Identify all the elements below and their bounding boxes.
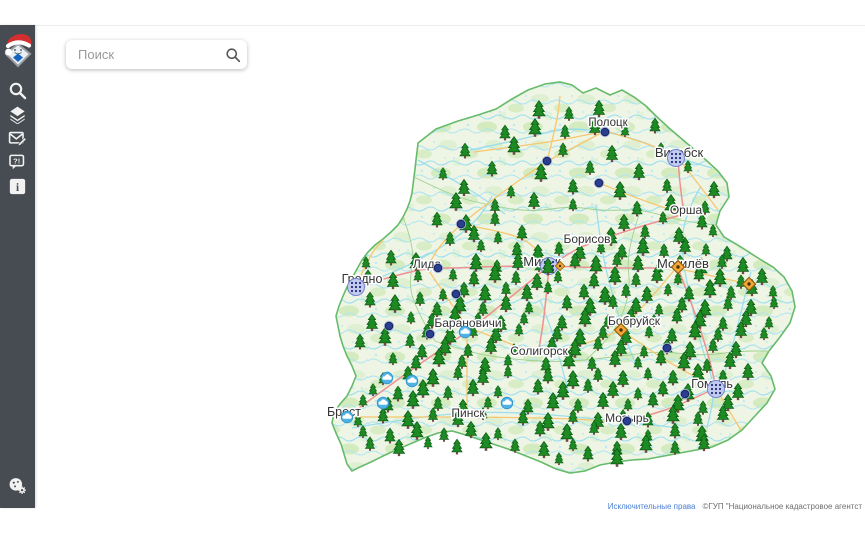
town-marker[interactable] (662, 343, 672, 353)
city-marker[interactable] (708, 381, 725, 398)
chat-question-icon: ?! (8, 153, 27, 172)
mail-edit-icon (8, 129, 27, 148)
layers-icon (8, 105, 27, 124)
sidebar-nav: ?! i (4, 80, 32, 197)
town-marker[interactable] (425, 329, 435, 339)
cloud-marker[interactable] (406, 375, 418, 387)
help-button[interactable]: ?! (4, 152, 32, 173)
sidebar: ?! i (0, 25, 35, 508)
town-marker[interactable] (451, 289, 461, 299)
belarus-map[interactable]: ПолоцкВитебскОршаБорисовМинскЛидаГродноМ… (0, 0, 865, 540)
city-label: Борисов (563, 232, 610, 246)
city-label: Бобруйск (608, 314, 661, 328)
town-marker[interactable] (594, 178, 604, 188)
cloud-marker[interactable] (341, 411, 353, 423)
cookie-gear-icon (7, 476, 28, 496)
svg-text:?!: ?! (13, 156, 20, 165)
search-icon (225, 47, 241, 63)
search-input[interactable] (66, 47, 219, 62)
city-marker[interactable] (668, 150, 685, 167)
nca-logo-santa[interactable] (1, 28, 35, 72)
layers-button[interactable] (4, 104, 32, 125)
town-marker[interactable] (456, 219, 466, 229)
info-icon: i (9, 178, 26, 195)
cloud-marker[interactable] (501, 397, 513, 409)
search-tool-button[interactable] (4, 80, 32, 101)
info-button[interactable]: i (4, 176, 32, 197)
christmas-tree-marker[interactable] (452, 439, 462, 454)
city-label: Солигорск (510, 344, 568, 358)
town-marker[interactable] (680, 389, 690, 399)
copyright-text: ©ГУП "Национальное кадастровое агентст (703, 502, 862, 511)
city-label: Полоцк (588, 117, 628, 129)
feedback-button[interactable] (4, 128, 32, 149)
town-marker[interactable] (622, 416, 632, 426)
city-label: Орша (670, 203, 703, 217)
city-label: Пинск (451, 406, 485, 420)
svg-text:i: i (16, 182, 19, 194)
search-icon (8, 81, 27, 100)
search-submit-button[interactable] (219, 40, 247, 69)
app-window: ПолоцкВитебскОршаБорисовМинскЛидаГродноМ… (0, 0, 865, 540)
town-marker[interactable] (600, 127, 610, 137)
cloud-marker[interactable] (459, 326, 471, 338)
cookie-settings-button[interactable] (4, 475, 32, 496)
cloud-marker[interactable] (381, 372, 393, 384)
city-marker[interactable] (348, 279, 365, 296)
map-canvas[interactable]: ПолоцкВитебскОршаБорисовМинскЛидаГродноМ… (0, 0, 865, 540)
christmas-tree-marker[interactable] (424, 437, 432, 449)
map-attribution: Исключительные права ©ГУП "Национальное к… (608, 502, 862, 512)
cloud-marker[interactable] (377, 397, 389, 409)
town-marker[interactable] (542, 156, 552, 166)
town-marker[interactable] (384, 321, 394, 331)
town-marker[interactable] (433, 263, 443, 273)
content-divider (35, 25, 865, 26)
exclusive-rights-link[interactable]: Исключительные права (608, 502, 696, 511)
search-box (66, 40, 247, 69)
